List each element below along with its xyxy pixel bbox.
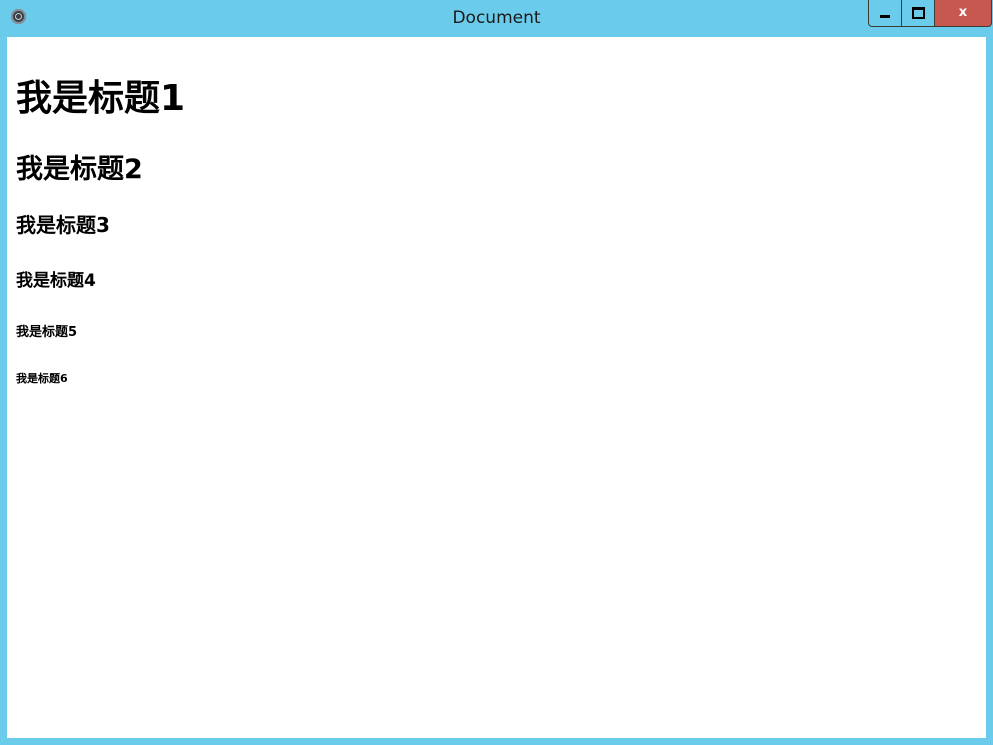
close-button[interactable]: x: [935, 0, 992, 27]
heading-4: 我是标题4: [16, 271, 96, 291]
heading-6: 我是标题6: [16, 372, 68, 385]
window-controls: x: [868, 0, 992, 27]
heading-1: 我是标题1: [16, 78, 186, 119]
heading-2: 我是标题2: [16, 154, 143, 185]
heading-3: 我是标题3: [16, 213, 110, 237]
app-window: Document x 我是标题1 我是标题2 我是标题3 我是标题4 我是标题5…: [0, 0, 993, 745]
title-bar[interactable]: Document x: [0, 0, 993, 37]
close-icon: x: [958, 4, 968, 20]
minimize-button[interactable]: [868, 0, 902, 27]
heading-5: 我是标题5: [16, 325, 78, 340]
minimize-icon: [880, 14, 890, 18]
document-content: 我是标题1 我是标题2 我是标题3 我是标题4 我是标题5 我是标题6: [7, 37, 986, 738]
maximize-button[interactable]: [902, 0, 935, 27]
maximize-icon: [911, 7, 925, 19]
window-title: Document: [452, 8, 541, 28]
